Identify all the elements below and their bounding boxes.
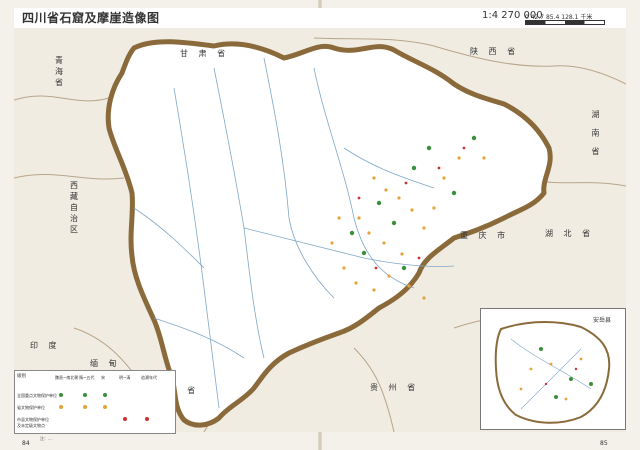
label-chongqing: 重 庆 市 [460, 231, 510, 240]
legend-header: 级别 [17, 374, 26, 379]
legend-symbol [103, 393, 107, 397]
scale-bar: 0 42.7 85.4 128.1 千米 [525, 12, 605, 25]
page-title: 四川省石窟及摩崖造像图 [22, 11, 160, 25]
legend-col-4: 明~清 [119, 375, 131, 380]
legend-col-2: 隋~五代 [79, 375, 95, 380]
legend-row-national: 全国重点文物保护单位 [17, 393, 57, 398]
scale-bar-graphic [525, 20, 605, 25]
inset-map: 安岳县 [480, 308, 626, 430]
label-india: 印 度 [30, 341, 61, 350]
inset-title: 安岳县 [593, 317, 612, 324]
legend-col-1: 魏晋~南北朝 [55, 375, 79, 380]
label-guizhou: 贵 州 省 [370, 383, 420, 392]
label-myanmar: 缅 甸 [90, 359, 121, 368]
page-number-right: 85 [600, 440, 608, 447]
label-hunan: 湖 南 省 [591, 110, 600, 160]
legend: 级别 魏晋~南北朝 隋~五代 宋 明~清 追溯年代 全国重点文物保护单位 省文物… [14, 370, 176, 434]
legend-symbol [83, 405, 87, 409]
legend-symbol [59, 405, 63, 409]
legend-symbol [123, 417, 127, 421]
legend-symbol [103, 405, 107, 409]
label-gansu: 甘 肃 省 [180, 49, 230, 58]
atlas-spread: 四川省石窟及摩崖造像图 1:4 270 000 0 42.7 85.4 128.… [0, 0, 640, 450]
page-number-left: 84 [22, 440, 30, 447]
legend-symbol [59, 393, 63, 397]
legend-symbol [83, 393, 87, 397]
legend-symbol [145, 417, 149, 421]
legend-row-local: 市县文物保护单位及未定级文物点 [17, 417, 49, 428]
legend-col-3: 宋 [101, 375, 105, 380]
label-qinghai: 青海省 [55, 56, 67, 87]
label-hubei: 湖 北 省 [545, 229, 595, 238]
legend-row-provincial: 省文物保护单位 [17, 405, 45, 410]
label-shaanxi: 陕 西 省 [470, 47, 520, 56]
label-xizang: 西藏自治区 [70, 181, 82, 234]
footnote: 注：... [40, 436, 52, 441]
legend-col-5: 追溯年代 [141, 375, 157, 380]
inset-map-graphic [494, 321, 611, 424]
